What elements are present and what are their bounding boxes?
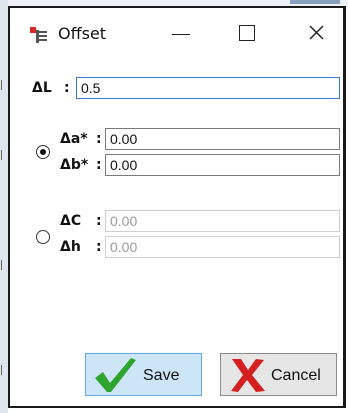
offset-dialog: Offset ΔL : 0.5 Δa* : 0.00 Δb* : 0.00 ΔC… — [8, 6, 346, 408]
cancel-button[interactable]: Cancel — [220, 353, 337, 396]
delta-b-label: Δb* — [60, 157, 89, 173]
delta-h-label: Δh — [60, 239, 81, 255]
maximize-icon — [239, 25, 255, 41]
cancel-x-icon — [231, 359, 265, 392]
save-button[interactable]: Save — [85, 353, 202, 396]
cancel-label: Cancel — [271, 367, 321, 384]
background-window-strip — [0, 0, 8, 413]
checkmark-icon — [95, 358, 136, 392]
delta-c-colon: : — [96, 213, 102, 229]
delta-l-input[interactable]: 0.5 — [76, 77, 340, 99]
delta-h-input[interactable]: 0.00 — [105, 236, 340, 258]
delta-a-colon: : — [96, 131, 102, 147]
radio-selected-dot — [40, 149, 46, 155]
background-title-fragment — [290, 0, 340, 4]
delta-a-input[interactable]: 0.00 — [105, 128, 340, 150]
delta-c-label: ΔC — [60, 213, 82, 229]
delta-a-label: Δa* — [60, 131, 88, 147]
delta-b-input[interactable]: 0.00 — [105, 154, 340, 176]
app-icon — [30, 27, 47, 43]
delta-l-label: ΔL — [32, 80, 52, 96]
delta-b-colon: : — [96, 157, 102, 173]
background-mark — [1, 150, 8, 160]
delta-l-colon: : — [64, 80, 70, 96]
radio-delta-ab[interactable] — [36, 145, 50, 159]
minimize-icon — [172, 34, 190, 35]
close-icon — [309, 25, 324, 40]
close-button[interactable] — [295, 8, 339, 58]
maximize-button[interactable] — [225, 8, 269, 58]
background-mark — [1, 80, 8, 90]
minimize-button[interactable] — [160, 8, 204, 58]
window-title: Offset — [58, 24, 107, 43]
delta-c-input[interactable]: 0.00 — [105, 210, 340, 232]
title-bar[interactable]: Offset — [10, 8, 343, 58]
save-label: Save — [143, 367, 180, 384]
radio-delta-ch[interactable] — [36, 230, 50, 244]
background-mark — [1, 365, 8, 375]
background-mark — [1, 260, 8, 270]
delta-h-colon: : — [96, 239, 102, 255]
